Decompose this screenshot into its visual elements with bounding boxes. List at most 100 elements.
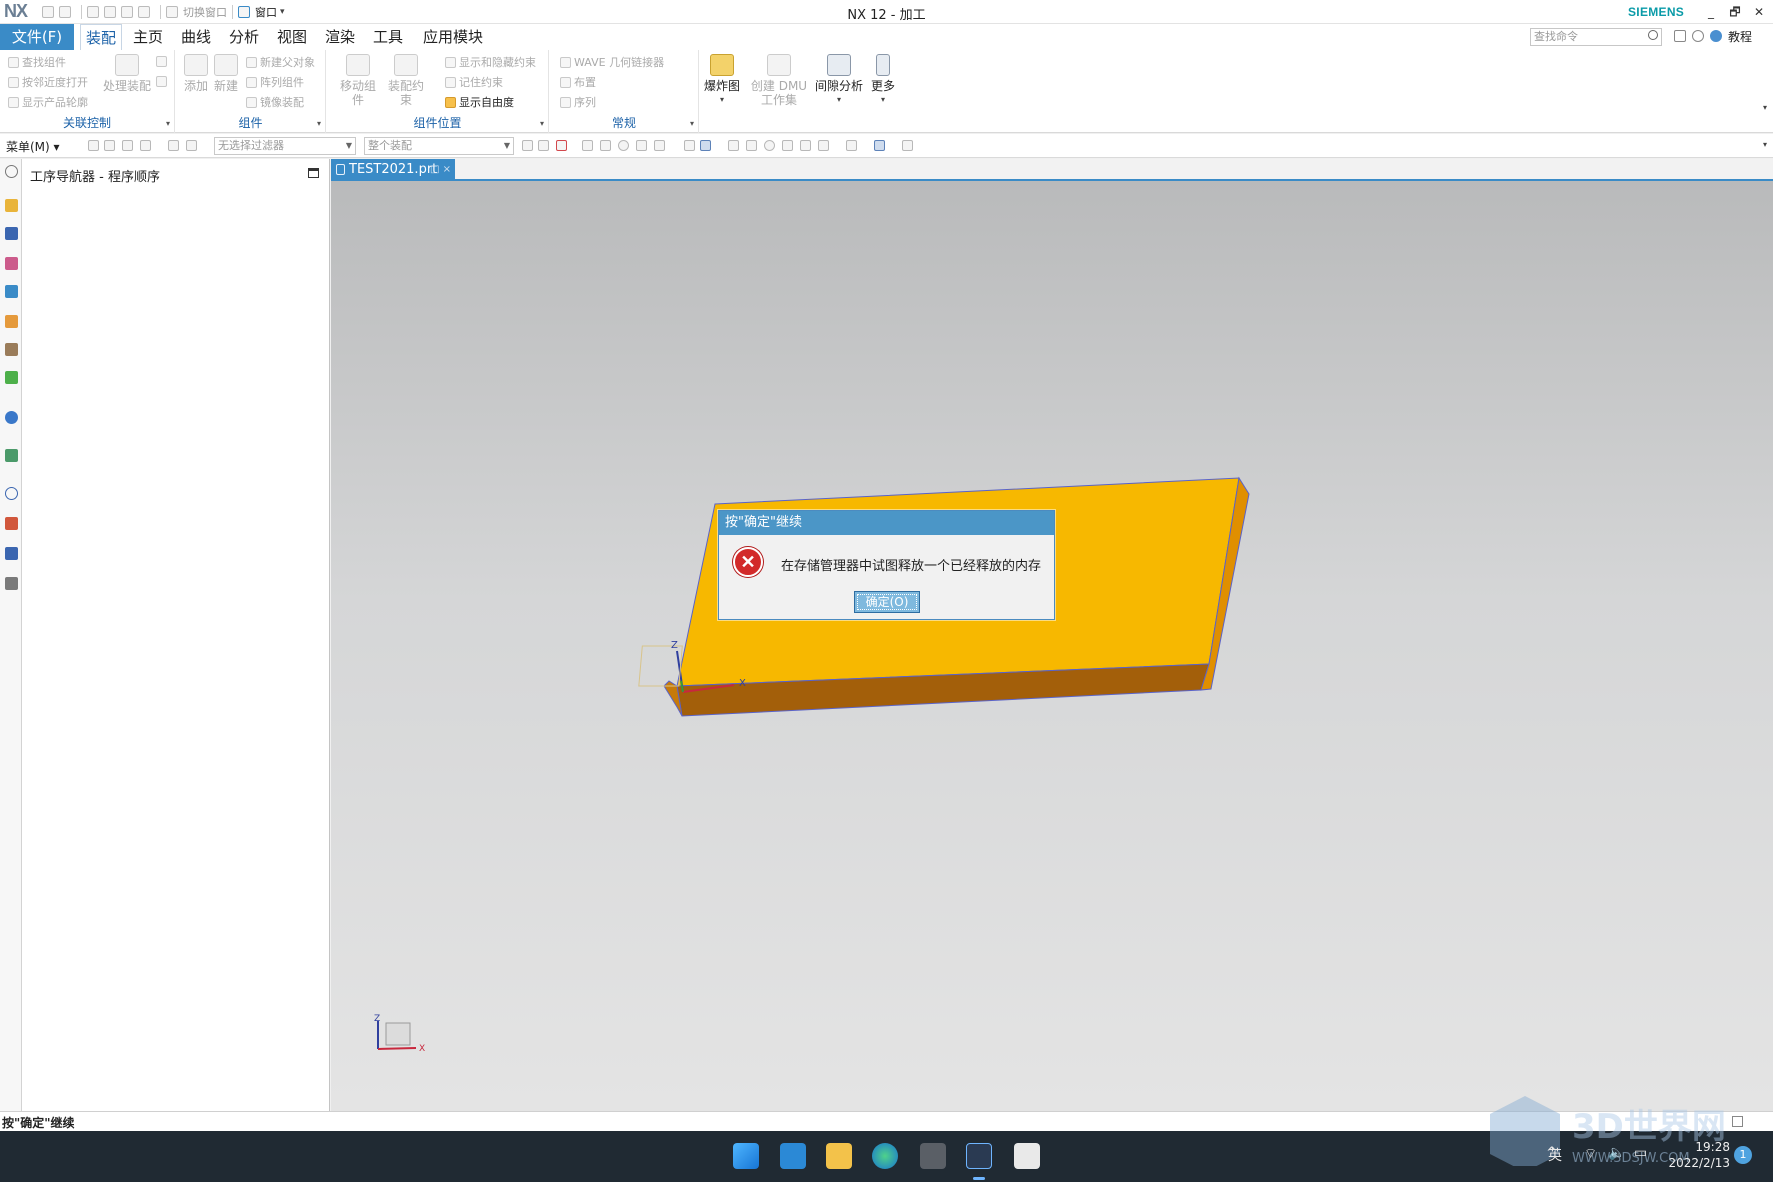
ribbon-options-icon[interactable] (1674, 30, 1686, 42)
pattern-component-button[interactable]: 阵列组件 (246, 74, 304, 90)
section-view-icon[interactable] (902, 140, 913, 151)
tab-assembly[interactable]: 装配 (80, 24, 123, 50)
render-style-icon[interactable] (846, 140, 857, 151)
reset-filter-icon[interactable] (186, 140, 197, 151)
notepad-icon[interactable] (1014, 1143, 1040, 1169)
orient-view-icon[interactable] (800, 140, 811, 151)
touch-mode-icon[interactable] (166, 6, 178, 18)
document-tab[interactable]: TEST2021.prt □ × (331, 159, 455, 181)
curve-rule-icon[interactable] (582, 140, 593, 151)
new-component-button[interactable]: 新建 (212, 54, 240, 93)
cube-view-icon[interactable] (700, 140, 711, 151)
wave-linker-button[interactable]: WAVE 几何链接器 (560, 54, 664, 70)
move-component-button[interactable]: 移动组件 (335, 54, 381, 107)
tab-home[interactable]: 主页 (128, 24, 168, 50)
select-icon[interactable] (88, 140, 99, 151)
close-button[interactable]: ✕ (1748, 2, 1770, 22)
tab-application[interactable]: 应用模块 (418, 24, 488, 50)
paste-icon[interactable] (121, 6, 133, 18)
assembly-navigator-icon[interactable] (5, 199, 18, 212)
notification-badge[interactable]: 1 (1734, 1146, 1752, 1164)
ribbon-expand-icon[interactable]: ▾ (1763, 103, 1767, 112)
new-parent-button[interactable]: 新建父对象 (246, 54, 315, 70)
select-parent-icon[interactable] (104, 140, 115, 151)
rectangle-select-icon[interactable] (654, 140, 665, 151)
copy-icon[interactable] (104, 6, 116, 18)
exploded-view-button[interactable]: 爆炸图 ▾ (702, 54, 742, 107)
maximize-icon[interactable] (308, 168, 319, 178)
tab-analysis[interactable]: 分析 (224, 24, 264, 50)
tab-view[interactable]: 视图 (272, 24, 312, 50)
layout-icon[interactable] (818, 140, 829, 151)
arrangement-button[interactable]: 布置 (560, 74, 596, 90)
window-menu-button[interactable]: 窗口 (255, 4, 277, 20)
chevron-down-icon[interactable]: ▾ (690, 119, 694, 128)
lasso-icon[interactable] (636, 140, 647, 151)
selection-scope-select[interactable]: 整个装配 ▼ (364, 137, 514, 155)
file-explorer-icon[interactable] (826, 1143, 852, 1169)
toolbar-options-icon[interactable]: ▾ (1763, 140, 1767, 149)
clearance-analysis-button[interactable]: 间隙分析 ▾ (814, 54, 864, 107)
main-menu-button[interactable]: 菜单(M) ▾ (6, 138, 60, 155)
clock-icon[interactable] (5, 487, 18, 500)
tab-tools[interactable]: 工具 (368, 24, 408, 50)
chevron-down-icon[interactable]: ▾ (280, 7, 285, 17)
link-icon[interactable] (156, 56, 167, 67)
help-icon[interactable] (1710, 30, 1722, 42)
assembly-constraints-button[interactable]: 装配约束 (383, 54, 429, 107)
command-search-input[interactable]: 查找命令 (1530, 28, 1662, 46)
volume-icon[interactable]: 🔈 (1608, 1145, 1625, 1161)
reuse-library-icon[interactable] (5, 343, 18, 356)
show-hide-constraints-button[interactable]: 显示和隐藏约束 (445, 54, 536, 70)
find-component-button[interactable]: 查找组件 (8, 54, 66, 70)
select-child-icon[interactable] (122, 140, 133, 151)
settings-icon[interactable] (5, 165, 18, 178)
close-icon[interactable]: □ × (430, 159, 451, 181)
battery-icon[interactable]: ▭ (1634, 1145, 1647, 1161)
sequence-button[interactable]: 序列 (560, 94, 596, 110)
operation-navigator-icon[interactable] (5, 285, 18, 298)
show-hide-icon[interactable] (684, 140, 695, 151)
mirror-assembly-button[interactable]: 镜像装配 (246, 94, 304, 110)
color-palette-icon[interactable] (5, 517, 18, 530)
wifi-icon[interactable]: ⌔ (1584, 1145, 1597, 1163)
minimize-button[interactable]: _ (1700, 2, 1722, 22)
control-panel-icon[interactable] (920, 1143, 946, 1169)
create-dmu-workset-button[interactable]: 创建 DMU 工作集 (748, 54, 810, 107)
chevron-down-icon[interactable]: ▾ (540, 119, 544, 128)
nx-app-icon[interactable] (966, 1143, 992, 1169)
system-clock[interactable]: 19:28 2022/2/13 (1658, 1139, 1730, 1171)
ime-indicator[interactable]: 英 (1548, 1145, 1562, 1165)
add-component-button[interactable]: 添加 (182, 54, 210, 93)
type-filter-select[interactable]: 无选择过滤器 ▼ (214, 137, 356, 155)
show-product-outline-button[interactable]: 显示产品轮廓 (8, 94, 88, 110)
rotate-icon[interactable] (764, 140, 775, 151)
process-assembly-button[interactable]: 处理装配 (100, 54, 154, 93)
undo-icon[interactable] (59, 6, 71, 18)
zoom-icon[interactable] (746, 140, 757, 151)
circle-select-icon[interactable] (618, 140, 629, 151)
repeat-command-icon[interactable] (138, 6, 150, 18)
web-browser-icon[interactable] (5, 411, 18, 424)
snap-point-icon[interactable] (538, 140, 549, 151)
collapse-ribbon-icon[interactable] (1692, 30, 1704, 42)
open-by-proximity-button[interactable]: 按邻近度打开 (8, 74, 88, 90)
cut-icon[interactable] (87, 6, 99, 18)
more-button[interactable]: 更多 ▾ (868, 54, 898, 107)
part-navigator-icon[interactable] (5, 257, 18, 270)
chevron-down-icon[interactable]: ▾ (317, 119, 321, 128)
save-icon[interactable] (42, 6, 54, 18)
tab-render[interactable]: 渲染 (320, 24, 360, 50)
unlink-icon[interactable] (156, 76, 167, 87)
windows-start-icon[interactable] (733, 1143, 759, 1169)
shaded-icon[interactable] (874, 140, 885, 151)
search-icon[interactable] (1648, 30, 1658, 40)
ok-button[interactable]: 确定(O) (854, 591, 920, 613)
tools-icon[interactable] (5, 547, 18, 560)
remember-constraints-button[interactable]: 记住约束 (445, 74, 503, 90)
machine-tool-icon[interactable] (5, 315, 18, 328)
chevron-down-icon[interactable]: ▾ (166, 119, 170, 128)
face-rule-icon[interactable] (600, 140, 611, 151)
tab-curve[interactable]: 曲线 (176, 24, 216, 50)
document-icon[interactable] (5, 449, 18, 462)
